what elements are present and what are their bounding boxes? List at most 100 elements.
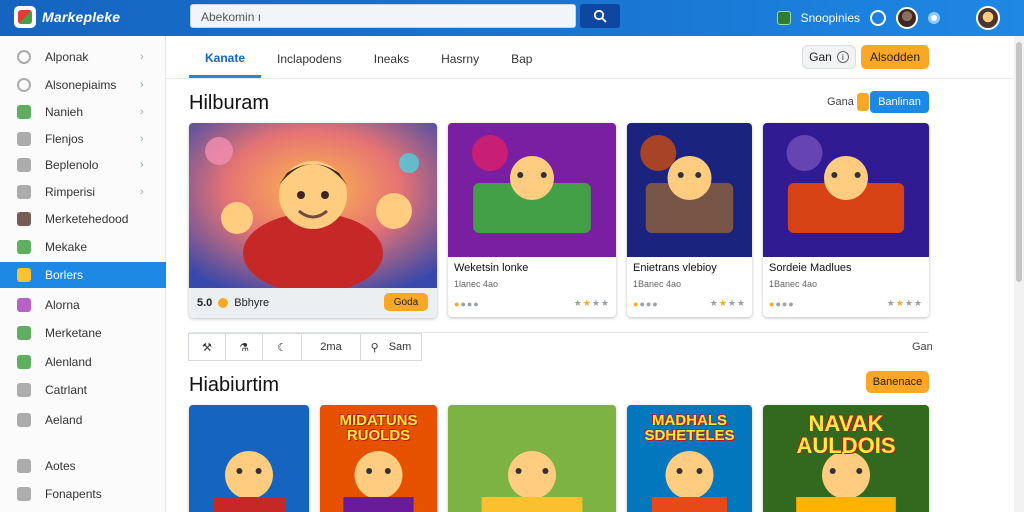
sidebar-item-label: Flenjos [45, 132, 84, 146]
status-icon[interactable] [928, 12, 940, 24]
section-badge-button[interactable]: Banlinan [870, 91, 929, 113]
sidebar-item[interactable]: Alponak › [0, 44, 166, 70]
doc-icon [17, 383, 31, 397]
card-subtitle: 1lanec 4ao [454, 279, 499, 289]
game-card[interactable]: Weketsin lonke 1lanec 4ao ●●●● ★★★★ [448, 123, 616, 317]
game-card[interactable]: MADHALS SDHETELES [627, 405, 752, 512]
sidebar-item[interactable]: Alorna [0, 292, 166, 318]
chat-icon[interactable] [776, 11, 791, 25]
filter-sam-label: Sam [388, 341, 412, 353]
divider [166, 78, 1014, 79]
flask-icon: ⚗ [239, 341, 249, 354]
game-logo-text: MIDATUNS RUOLDS [339, 412, 418, 444]
game-art [627, 123, 752, 257]
sidebar-item-label: Alorna [45, 298, 80, 312]
sidebar-item-label: Alponak [45, 50, 89, 64]
game-card[interactable]: Enietrans vlebioy 1Banec 4ao ●●●● ★★★★ [627, 123, 752, 317]
tab[interactable]: Hasrny [425, 40, 495, 78]
search-input[interactable]: Abekomin ı [190, 4, 576, 28]
rating-value: 5.0 [197, 297, 213, 309]
featured-game-art [189, 123, 437, 288]
user-label[interactable]: Snoopinies [801, 11, 860, 25]
chevron-right-icon: › [140, 159, 144, 171]
scrollbar-thumb[interactable] [1016, 42, 1022, 282]
gan-button[interactable]: Gan i [802, 45, 856, 69]
game-card[interactable]: MIDATUNS RUOLDS [320, 405, 437, 512]
filter-wrench[interactable]: ⚒ [188, 333, 226, 361]
featured-action-button[interactable]: Goda [384, 293, 428, 311]
sidebar-item-label: Alsonepiaims [45, 78, 117, 92]
sidebar-item[interactable]: Aeland [0, 407, 166, 433]
sidebar-item[interactable]: Flenjos › [0, 126, 166, 152]
star-rating-icon[interactable]: ★★★★ [710, 298, 746, 309]
gan-button-label: Gan [809, 50, 832, 64]
game-card[interactable] [189, 405, 309, 512]
star-rating-icon[interactable]: ★★★★ [887, 298, 923, 309]
rating-dots: ●●●● [633, 299, 659, 309]
sidebar-item-label: Mekake [45, 240, 88, 254]
rating-dots: ●●●● [454, 299, 480, 309]
card-title: Weketsin lonke [454, 262, 529, 274]
section-side-label[interactable]: Gana [827, 96, 854, 108]
notification-icon[interactable] [870, 10, 886, 26]
list-icon [17, 413, 31, 427]
filter-2ma[interactable]: 2ma [301, 333, 361, 361]
primary-button[interactable]: Alsodden [861, 45, 929, 69]
folder-icon [17, 268, 31, 282]
scrollbar[interactable] [1014, 36, 1024, 512]
game-logo-text: MADHALS SDHETELES [644, 412, 735, 444]
leaf-icon [17, 240, 31, 254]
search-icon [17, 78, 31, 92]
avatar[interactable] [896, 7, 918, 29]
filter-moon[interactable]: ☾ [262, 333, 302, 361]
section2-button[interactable]: Banenace [866, 371, 929, 393]
tab[interactable]: Bap [495, 40, 548, 78]
sidebar-item-label: Alenland [45, 355, 92, 369]
sidebar-item[interactable]: Fonapents [0, 481, 166, 507]
tab[interactable]: Inclapodens [261, 40, 358, 78]
chevron-right-icon: › [140, 51, 144, 63]
sidebar-item[interactable]: Mekake [0, 234, 166, 260]
filter-flask[interactable]: ⚗ [225, 333, 263, 361]
sidebar-item[interactable]: Aotes [0, 453, 166, 479]
coin-icon [218, 298, 229, 308]
pin-icon: ⚲ [370, 341, 379, 354]
sidebar-item[interactable]: Alsonepiaims › [0, 72, 166, 98]
filter-right-label[interactable]: Gan [912, 341, 933, 353]
sidebar-item-label: Aotes [45, 459, 76, 473]
game-card[interactable]: Sordeie Madlues 1Banec 4ao ●●●● ★★★★ [763, 123, 929, 317]
star-rating-icon[interactable]: ★★★★ [574, 298, 610, 309]
featured-game-card[interactable]: 5.0 Bbhyre Goda [189, 123, 437, 318]
sidebar-item[interactable]: Rimperisi › [0, 179, 166, 205]
game-art [763, 123, 929, 257]
sidebar-item-label: Borlers [45, 268, 84, 282]
card-subtitle: 1Banec 4ao [633, 279, 682, 289]
game-card[interactable]: NAVAK AULDOIS [763, 405, 929, 512]
search-icon [593, 9, 607, 23]
filter-sam[interactable]: ⚲ Sam [360, 333, 422, 361]
tab[interactable]: Ineaks [358, 40, 425, 78]
brand-name: Markepleke [42, 9, 121, 25]
game-art [189, 405, 309, 512]
tab-bar: Kanate Inclapodens Ineaks Hasrny Bap [189, 40, 548, 78]
sidebar-item[interactable]: Merketehedood [0, 206, 166, 232]
sidebar-item[interactable]: Catrlant [0, 377, 166, 403]
note-icon [17, 459, 31, 473]
card-subtitle: 1Banec 4ao [769, 279, 818, 289]
store-icon [17, 212, 31, 226]
game-card[interactable] [448, 405, 616, 512]
sidebar-item-label: Merketane [45, 326, 102, 340]
card-title: Sordeie Madlues [769, 262, 852, 274]
sidebar-item[interactable]: Beplenolo › [0, 152, 166, 178]
sidebar-item[interactable]: Nanieh › [0, 99, 166, 125]
sidebar-item-label: Beplenolo [45, 158, 99, 172]
sidebar-item-label: Merketehedood [45, 212, 129, 226]
sidebar-item[interactable]: Merketane [0, 320, 166, 346]
header-actions: Snoopinies [776, 4, 1000, 32]
sidebar-item[interactable]: Borlers [0, 262, 166, 288]
brand-logo[interactable]: Markepleke [14, 6, 120, 28]
tab[interactable]: Kanate [189, 40, 262, 78]
sidebar-item[interactable]: Alenland [0, 349, 166, 375]
profile-avatar[interactable] [976, 6, 1000, 30]
search-button[interactable] [580, 4, 620, 28]
